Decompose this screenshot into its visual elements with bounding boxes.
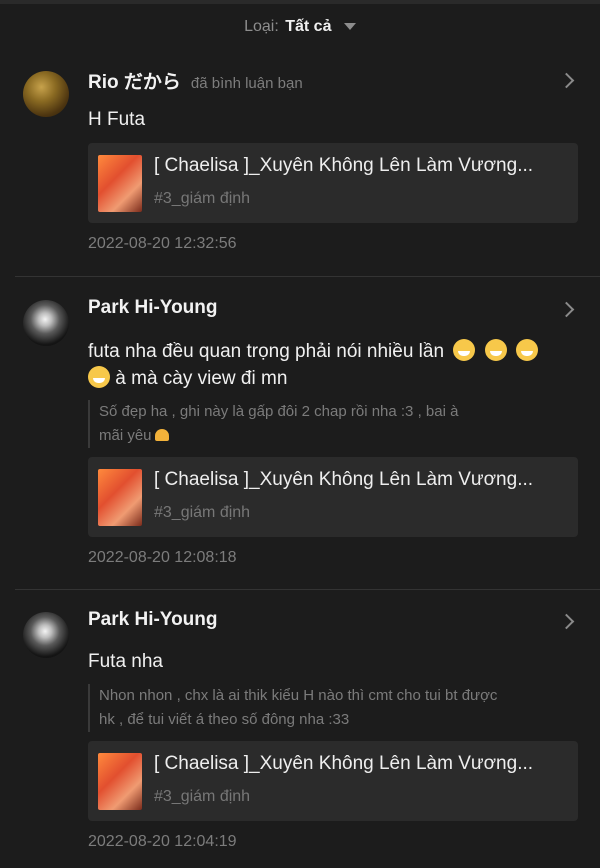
grin-emoji [453,339,476,361]
avatar[interactable] [23,71,69,117]
chevron-right-icon[interactable] [558,613,575,630]
chapter-label: #3_giám định [154,190,251,207]
comment-text: H Futa [88,109,146,130]
item-divider [15,276,600,277]
item-divider [15,589,600,590]
caret-down-icon [343,23,356,31]
story-title: [ Chaelisa ]_Xuyên Không Lên Làm Vương..… [154,469,534,490]
chevron-right-icon[interactable] [558,301,575,318]
heart-hands-emoji [154,429,169,441]
filter-label: Loại: [244,18,279,35]
story-title: [ Chaelisa ]_Xuyên Không Lên Làm Vương..… [154,753,534,774]
action-text: đã bình luận bạn [190,75,303,92]
timestamp: 2022-08-20 12:08:18 [88,549,237,566]
filter-dropdown[interactable]: Loại: Tất cả [0,18,600,36]
quoted-text: Nhon nhon , chx là ai thik kiểu H nào th… [88,684,569,732]
username[interactable]: Park Hi-Young [88,609,218,631]
chevron-right-icon[interactable] [558,72,575,89]
chapter-label: #3_giám định [154,788,251,805]
story-cover-thumbnail [98,469,142,526]
story-cover-thumbnail [98,155,142,212]
avatar[interactable] [23,612,69,658]
grin-emoji [484,339,507,361]
story-card[interactable]: [ Chaelisa ]_Xuyên Không Lên Làm Vương..… [88,143,578,223]
username[interactable]: Rio だから đã bình luận bạn [88,67,303,94]
avatar[interactable] [23,300,69,346]
grin-emoji [88,366,110,388]
username[interactable]: Park Hi-Young [88,297,218,319]
quoted-text: Số đẹp ha , ghi này là gấp đôi 2 chap rồ… [88,400,569,448]
timestamp: 2022-08-20 12:04:19 [88,833,237,850]
grin-emoji [515,339,538,361]
comment-text: Futa nha [88,651,163,672]
top-divider [0,0,600,4]
filter-value: Tất cả [285,18,332,35]
story-title: [ Chaelisa ]_Xuyên Không Lên Làm Vương..… [154,155,534,176]
story-card[interactable]: [ Chaelisa ]_Xuyên Không Lên Làm Vương..… [88,457,578,537]
story-card[interactable]: [ Chaelisa ]_Xuyên Không Lên Làm Vương..… [88,741,578,821]
story-cover-thumbnail [98,753,142,810]
comment-text: futa nha đều quan trọng phải nói nhiều l… [88,338,568,392]
chapter-label: #3_giám định [154,504,251,521]
timestamp: 2022-08-20 12:32:56 [88,235,237,252]
